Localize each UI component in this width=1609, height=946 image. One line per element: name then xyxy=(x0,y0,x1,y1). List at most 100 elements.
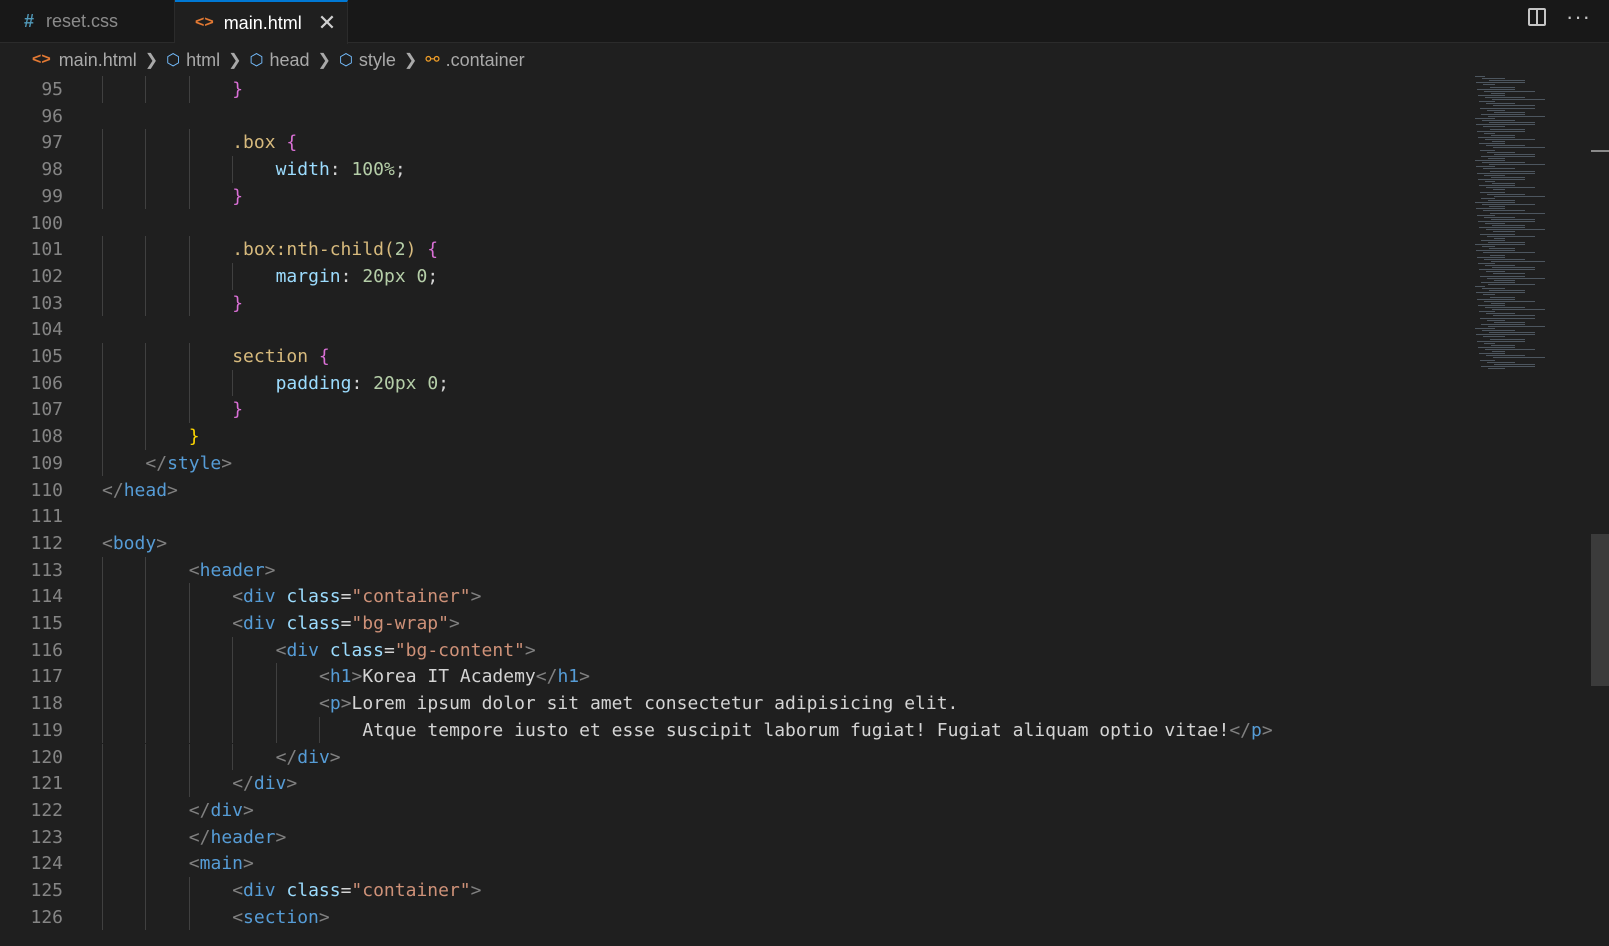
minimap-line xyxy=(1478,346,1515,348)
indent-guide xyxy=(145,423,147,450)
minimap-line xyxy=(1480,191,1505,193)
minimap-line xyxy=(1489,290,1525,292)
indent-guide xyxy=(232,716,234,744)
code-token: : xyxy=(340,265,363,287)
vertical-scrollbar[interactable] xyxy=(1591,534,1609,686)
minimap-line xyxy=(1480,317,1535,319)
indent-guide xyxy=(102,636,103,664)
code-line[interactable]: 106 padding: 20px 0; xyxy=(0,370,1480,397)
code-line[interactable]: 110 </head> xyxy=(0,477,1480,504)
minimap-line xyxy=(1477,172,1535,174)
tab-main-html[interactable]: <> main.html ✕ xyxy=(175,0,348,44)
minimap-line xyxy=(1489,206,1505,208)
minimap-line xyxy=(1478,220,1535,222)
breadcrumb-selector[interactable]: ⚯ .container xyxy=(425,50,524,71)
breadcrumb-style[interactable]: ⬡ style xyxy=(339,50,396,71)
minimap-line xyxy=(1475,202,1515,203)
minimap-line xyxy=(1483,336,1505,338)
code-line[interactable]: 122 </div> xyxy=(0,797,1480,824)
code-text: width: 100%; xyxy=(276,156,406,183)
code-token: div xyxy=(253,773,287,795)
code-line[interactable]: 107} xyxy=(0,396,1480,423)
code-line[interactable]: 103} xyxy=(0,290,1480,317)
code-line[interactable]: 96 xyxy=(0,103,1480,130)
code-line[interactable]: 121 </div> xyxy=(0,770,1480,797)
code-text: } xyxy=(232,76,243,103)
minimap-line xyxy=(1490,86,1515,88)
minimap-line xyxy=(1482,120,1515,122)
minimap-line xyxy=(1492,309,1545,311)
code-line[interactable]: 126 <section> xyxy=(0,904,1480,931)
code-text: <div class="container"> xyxy=(232,877,481,904)
code-line[interactable]: 99} xyxy=(0,183,1480,210)
code-line[interactable]: 108} xyxy=(0,423,1480,450)
indent-guide xyxy=(188,690,190,717)
code-token: > xyxy=(351,666,363,688)
code-line[interactable]: 113 <header> xyxy=(0,557,1480,584)
indent-guide xyxy=(102,289,103,317)
chevron-right-icon: ❯ xyxy=(144,52,159,69)
indent-guide xyxy=(319,716,320,744)
code-line[interactable]: 124 <main> xyxy=(0,850,1480,877)
code-token: > xyxy=(275,826,287,848)
indent-guide xyxy=(232,663,234,691)
code-token: Korea IT Academy xyxy=(362,666,536,688)
code-token: .box:nth-child( xyxy=(232,239,395,261)
code-line[interactable]: 111 xyxy=(0,503,1480,530)
minimap-line xyxy=(1476,334,1535,336)
code-line[interactable]: 117 <h1>Korea IT Academy</h1> xyxy=(0,663,1480,690)
code-token: </ xyxy=(102,479,124,501)
breadcrumb-head[interactable]: ⬡ head xyxy=(250,50,310,71)
code-line[interactable]: 116 <div class="bg-content"> xyxy=(0,637,1480,664)
code-line[interactable]: 115 <div class="bg-wrap"> xyxy=(0,610,1480,637)
indent-guide xyxy=(145,903,147,931)
code-line[interactable]: 118 <p>Lorem ipsum dolor sit amet consect… xyxy=(0,690,1480,717)
code-line[interactable]: 100 xyxy=(0,210,1480,237)
minimap-line xyxy=(1483,294,1495,296)
code-line[interactable]: 125 <div class="container"> xyxy=(0,877,1480,904)
indent-guide xyxy=(145,796,147,824)
close-icon[interactable]: ✕ xyxy=(318,12,336,34)
code-line[interactable]: 95} xyxy=(0,76,1480,103)
indent-guide xyxy=(145,156,147,183)
minimap-line xyxy=(1478,304,1505,306)
code-token: header xyxy=(210,826,276,848)
code-line[interactable]: 119 Atque tempore iusto et esse suscipit … xyxy=(0,717,1480,744)
code-line[interactable]: 98 width: 100%; xyxy=(0,156,1480,183)
code-line[interactable]: 102 margin: 20px 0; xyxy=(0,263,1480,290)
more-actions-icon[interactable]: ··· xyxy=(1566,6,1591,28)
code-line[interactable]: 109 </style> xyxy=(0,450,1480,477)
minimap-line xyxy=(1491,302,1505,304)
tab-reset-css[interactable]: # reset.css xyxy=(0,0,175,43)
code-line[interactable]: 101 .box:nth-child(2) { xyxy=(0,236,1480,263)
code-text: <header> xyxy=(189,557,276,584)
code-line[interactable]: 112 <body> xyxy=(0,530,1480,557)
breadcrumb-html[interactable]: ⬡ html xyxy=(166,50,220,71)
minimap-line xyxy=(1486,355,1525,357)
code-line[interactable]: 114 <div class="container"> xyxy=(0,583,1480,610)
minimap-line xyxy=(1483,126,1505,128)
code-token: > xyxy=(243,799,254,821)
code-line[interactable]: 123 </header> xyxy=(0,824,1480,851)
breadcrumb-file[interactable]: <> main.html xyxy=(32,50,137,71)
tab-bar: # reset.css <> main.html ✕ ··· xyxy=(0,0,1609,44)
code-line[interactable]: 97 .box { xyxy=(0,129,1480,156)
code-text: </div> xyxy=(189,797,254,824)
minimap-line xyxy=(1488,115,1545,117)
code-line[interactable]: 120 </div> xyxy=(0,744,1480,771)
minimap[interactable] xyxy=(1475,76,1593,946)
code-token: margin xyxy=(275,265,341,287)
code-line[interactable]: 104 xyxy=(0,316,1480,343)
indent-guide xyxy=(232,369,234,397)
code-line[interactable]: 105 section { xyxy=(0,343,1480,370)
minimap-line xyxy=(1481,113,1525,115)
minimap-line xyxy=(1475,76,1485,77)
minimap-line xyxy=(1491,344,1515,346)
line-number: 100 xyxy=(30,212,63,234)
code-token: header xyxy=(199,559,265,581)
minimap-line xyxy=(1491,260,1545,262)
code-token: = xyxy=(340,613,352,634)
minimap-line xyxy=(1488,283,1535,285)
code-editor[interactable]: 95} 96 97 .box {98 width: 100%; 99} 100 101 .box… xyxy=(0,76,1609,946)
split-editor-icon[interactable] xyxy=(1528,8,1547,26)
